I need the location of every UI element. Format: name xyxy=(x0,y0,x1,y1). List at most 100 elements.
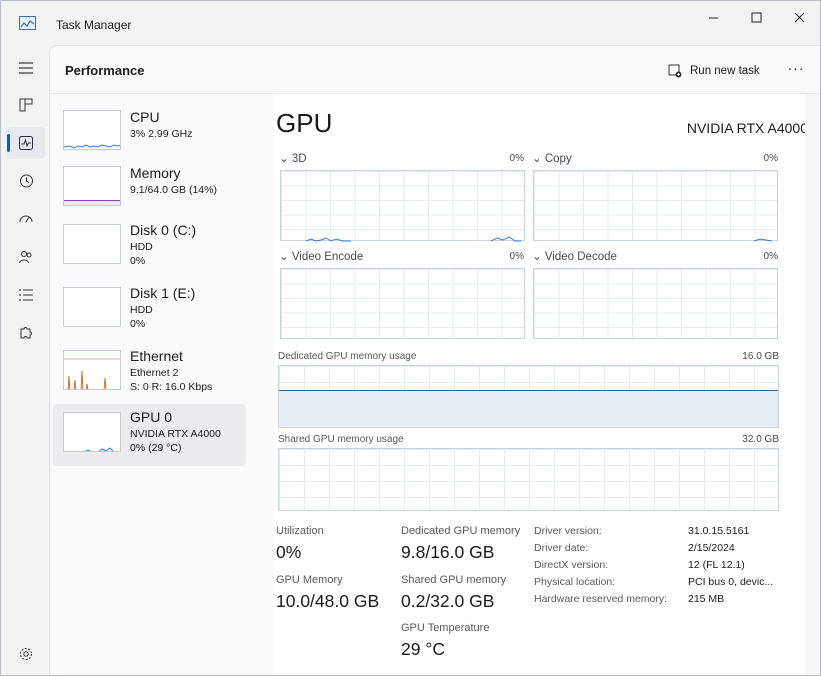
utilization-label: Utilization xyxy=(276,525,324,537)
engine-label: Video Encode xyxy=(291,251,364,263)
driver-version-key: Driver version: xyxy=(534,525,602,537)
sidebar-item-processes[interactable] xyxy=(7,89,45,121)
run-new-task-button[interactable]: Run new task xyxy=(668,60,760,82)
device-memory[interactable]: Memory 9.1/64.0 GB (14%) xyxy=(53,160,246,222)
disk1-thumbnail xyxy=(63,287,121,327)
hamburger-menu-button[interactable] xyxy=(7,52,45,84)
device-usage: 0% (29 °C) xyxy=(130,442,182,454)
minimize-icon xyxy=(708,17,718,18)
sidebar-item-app-history[interactable] xyxy=(7,165,45,197)
dedicated-memory-fill xyxy=(279,390,778,427)
device-gpu-0[interactable]: GPU 0 NVIDIA RTX A4000 0% (29 °C) xyxy=(53,404,246,466)
device-detail: NVIDIA RTX A4000 xyxy=(130,428,221,440)
engine-select-video-encode[interactable]: ⌄ Video Encode xyxy=(279,249,363,263)
settings-button[interactable] xyxy=(7,638,45,670)
graph-video-encode xyxy=(280,268,525,339)
dedicated-memory-label: Dedicated GPU memory xyxy=(401,525,521,537)
device-name: Disk 0 (C:) xyxy=(130,222,197,238)
close-icon xyxy=(794,12,804,22)
services-puzzle-icon xyxy=(20,327,32,339)
history-icon xyxy=(20,174,33,188)
sidebar-item-users[interactable] xyxy=(7,241,45,273)
device-name: Disk 1 (E:) xyxy=(130,285,196,301)
device-name: Ethernet xyxy=(130,348,183,364)
dedicated-memory-graph xyxy=(278,365,779,428)
chevron-down-icon: ⌄ xyxy=(279,251,289,263)
device-name: Memory xyxy=(130,165,181,181)
maximize-button[interactable] xyxy=(734,1,778,33)
engine-percent: 0% xyxy=(509,251,524,262)
gpu-temperature-value: 29 °C xyxy=(401,639,445,659)
gpu-thumbnail xyxy=(63,412,121,452)
sidebar-item-services[interactable] xyxy=(7,317,45,349)
page-title: Performance xyxy=(65,63,145,78)
gpu-heading: GPU xyxy=(276,108,333,138)
gpu-model-name: NVIDIA RTX A4000 xyxy=(686,120,808,136)
device-detail: Ethernet 2 xyxy=(130,367,179,379)
memory-thumbnail xyxy=(63,166,121,206)
window-title: Task Manager xyxy=(56,18,132,32)
device-disk-0[interactable]: Disk 0 (C:) HDD 0% xyxy=(53,217,246,279)
device-detail: 9.1/64.0 GB (14%) xyxy=(130,184,217,196)
device-cpu[interactable]: CPU 3% 2.99 GHz xyxy=(53,104,246,166)
performance-icon xyxy=(19,136,33,150)
run-new-task-label: Run new task xyxy=(690,65,760,77)
device-detail: HDD xyxy=(130,241,153,253)
run-task-icon xyxy=(668,64,682,78)
driver-date-value: 2/15/2024 xyxy=(688,542,735,554)
shared-memory-label: Shared GPU memory xyxy=(401,574,507,586)
hardware-reserved-key: Hardware reserved memory: xyxy=(534,593,668,605)
device-name: GPU 0 xyxy=(130,409,173,425)
more-options-button[interactable]: ··· xyxy=(785,60,807,82)
engine-select-3d[interactable]: ⌄ 3D xyxy=(279,151,307,165)
driver-version-value: 31.0.15.5161 xyxy=(688,525,750,537)
sidebar-item-performance[interactable] xyxy=(7,127,45,159)
disk0-thumbnail xyxy=(63,224,121,264)
device-disk-1[interactable]: Disk 1 (E:) HDD 0% xyxy=(53,280,246,342)
driver-date-key: Driver date: xyxy=(534,542,589,554)
gpu-memory-label: GPU Memory xyxy=(276,574,343,586)
details-list-icon xyxy=(19,289,33,301)
physical-location-key: Physical location: xyxy=(534,576,616,588)
graph-3d xyxy=(280,170,525,242)
task-manager-window: Task Manager Performance Run new task ··… xyxy=(0,0,821,676)
graph-video-decode xyxy=(533,268,778,339)
minimize-button[interactable] xyxy=(691,1,735,33)
page-header: Performance Run new task ··· xyxy=(50,46,820,94)
vertical-scrollbar[interactable] xyxy=(805,94,820,675)
device-usage: 0% xyxy=(130,318,146,330)
cpu-thumbnail xyxy=(63,110,121,150)
gpu-detail-panel: GPU NVIDIA RTX A4000 ⌄ 3D 0% ⌄ Copy 0% ⌄… xyxy=(274,94,808,674)
physical-location-value: PCI bus 0, devic... xyxy=(688,576,774,588)
engine-percent: 0% xyxy=(509,153,524,164)
chevron-down-icon: ⌄ xyxy=(279,153,289,165)
directx-version-key: DirectX version: xyxy=(534,559,609,571)
gear-icon xyxy=(20,648,32,660)
device-throughput: S: 0 R: 16.0 Kbps xyxy=(130,381,213,393)
sidebar-item-startup-apps[interactable] xyxy=(7,203,45,235)
engine-percent: 0% xyxy=(763,153,778,164)
device-name: CPU xyxy=(130,109,160,125)
main-panel: Performance Run new task ··· CPU 3% 2.99… xyxy=(49,45,820,675)
engine-percent: 0% xyxy=(763,251,778,262)
chevron-down-icon: ⌄ xyxy=(532,251,542,263)
device-usage: 0% xyxy=(130,255,146,267)
directx-version-value: 12 (FL 12.1) xyxy=(688,559,745,571)
maximize-icon xyxy=(751,12,761,22)
dedicated-memory-graph-label: Dedicated GPU memory usage xyxy=(278,351,417,362)
shared-memory-graph-label: Shared GPU memory usage xyxy=(278,434,404,445)
engine-select-copy[interactable]: ⌄ Copy xyxy=(532,151,572,165)
ethernet-thumbnail xyxy=(63,350,121,390)
sidebar-item-details[interactable] xyxy=(7,279,45,311)
users-icon xyxy=(19,251,32,264)
shared-memory-graph xyxy=(278,448,779,511)
device-ethernet[interactable]: Ethernet Ethernet 2 S: 0 R: 16.0 Kbps xyxy=(53,343,246,405)
hamburger-icon xyxy=(19,62,33,74)
close-button[interactable] xyxy=(777,1,820,33)
active-indicator xyxy=(7,134,10,152)
graph-copy xyxy=(533,170,778,242)
gpu-temperature-label: GPU Temperature xyxy=(401,622,490,634)
engine-select-video-decode[interactable]: ⌄ Video Decode xyxy=(532,249,617,263)
shared-memory-max: 32.0 GB xyxy=(742,434,779,445)
dedicated-memory-max: 16.0 GB xyxy=(742,351,779,362)
